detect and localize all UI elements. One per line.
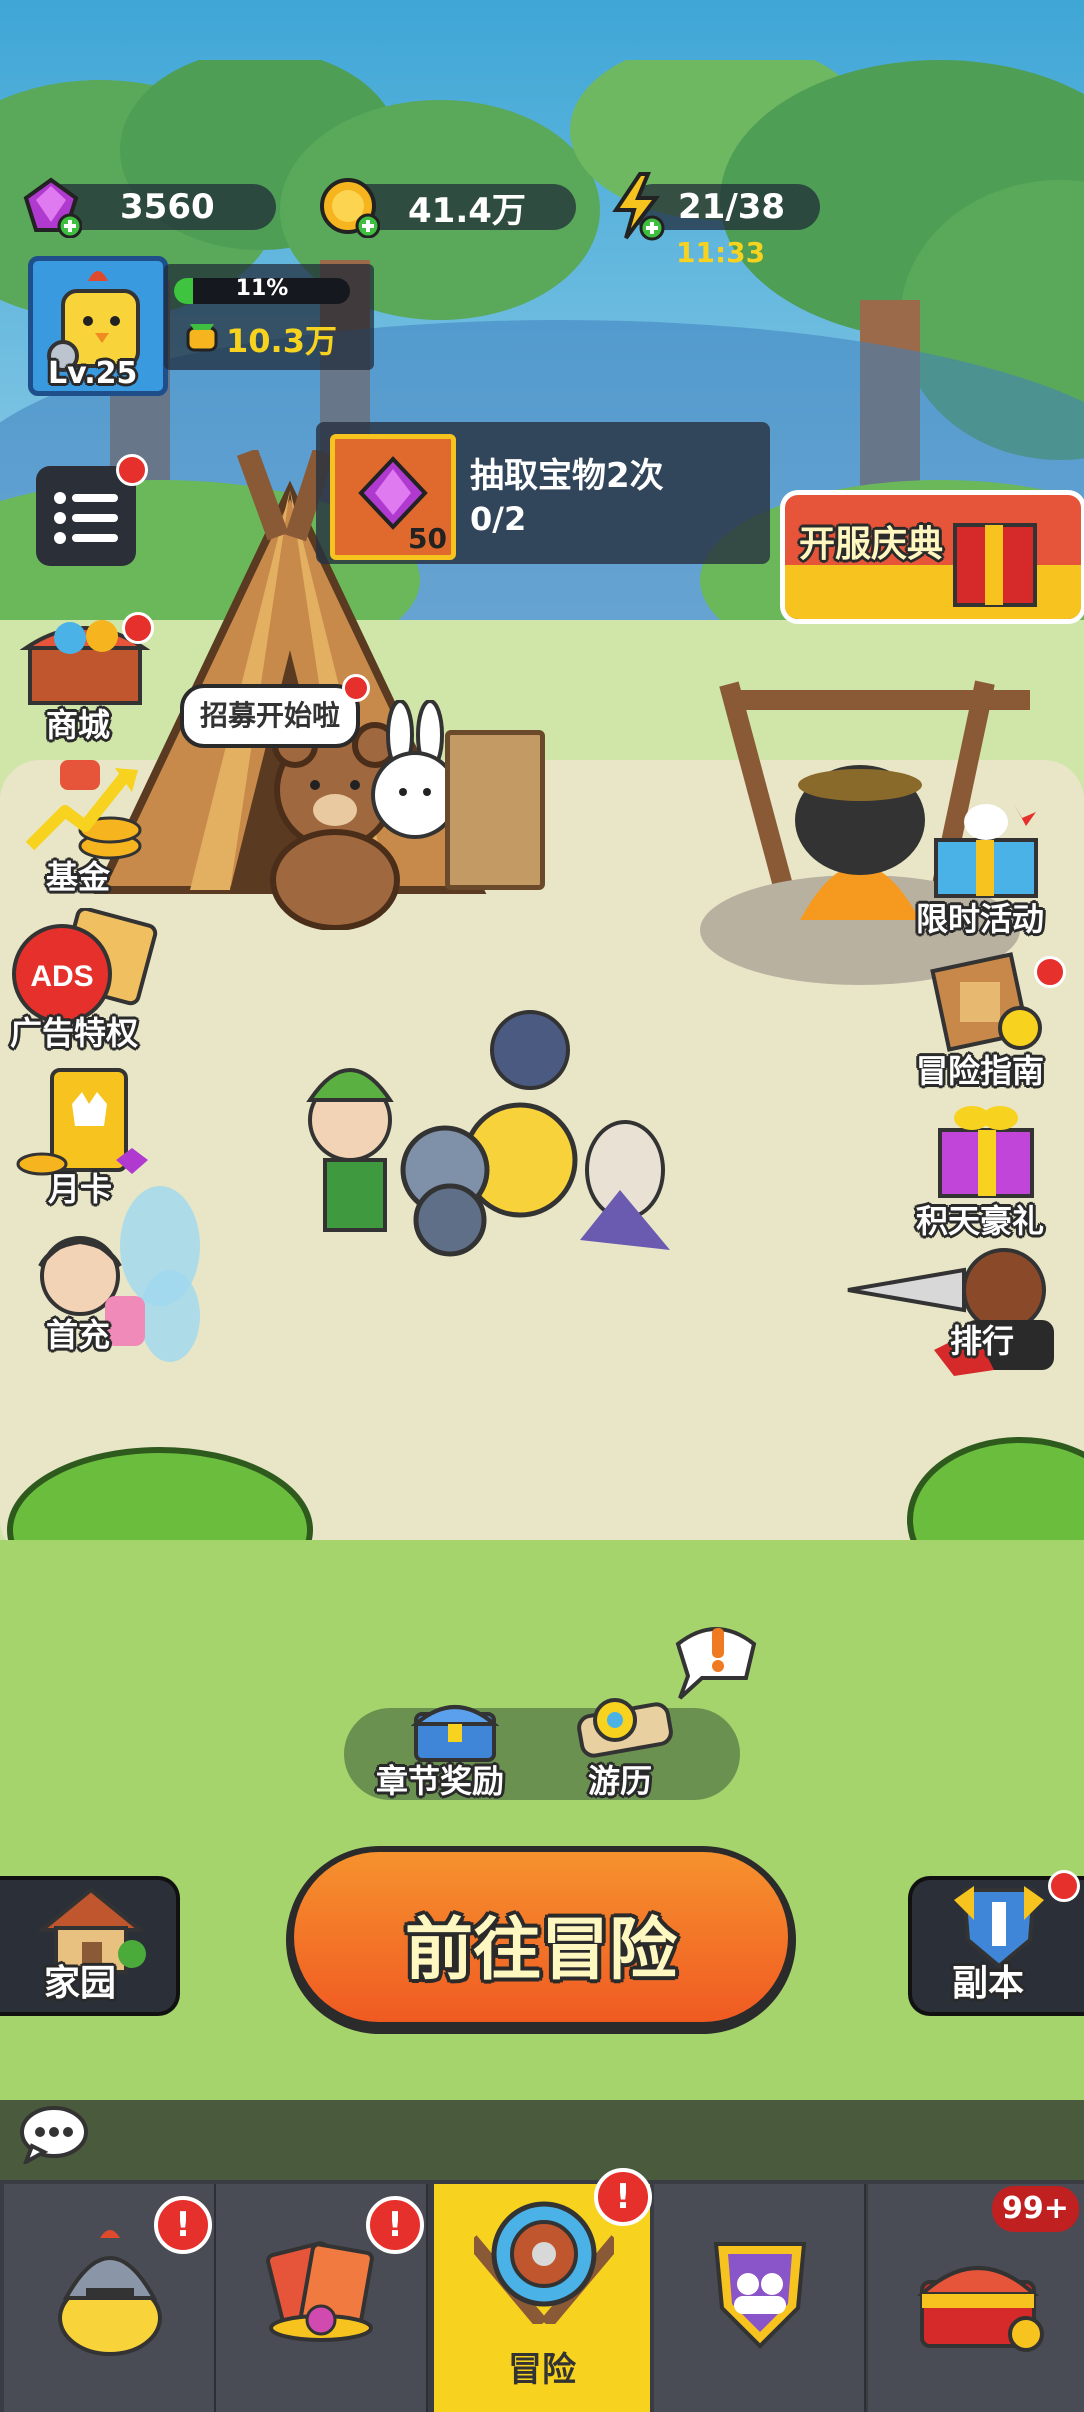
- crates: [445, 730, 545, 890]
- nav-tab-adventure[interactable]: ! 冒险: [434, 2168, 652, 2412]
- crossed-swords-shield-icon: [474, 2201, 614, 2324]
- gold-coin-icon: [318, 176, 381, 247]
- player-stats-panel: 11% 10.3万: [164, 264, 374, 370]
- fund-chart-icon: [25, 760, 142, 860]
- gold-counter[interactable]: 41.4万: [320, 178, 576, 239]
- cards-alert-badge: !: [366, 2196, 424, 2254]
- lightning-icon: [606, 172, 668, 251]
- dungeon-button[interactable]: 副本: [908, 1870, 1084, 2016]
- ad-privilege-label: 广告特权: [10, 1014, 139, 1052]
- chapter-reward-button[interactable]: 章节奖励: [376, 1694, 530, 1806]
- ads-badge-text: ADS: [30, 960, 93, 993]
- journey-alert-bubble[interactable]: [668, 1614, 764, 1700]
- nav-tab-guild[interactable]: [654, 2184, 866, 2412]
- gold-amount: 41.4万: [408, 190, 526, 231]
- limited-event-button[interactable]: 限时活动: [906, 800, 1076, 940]
- fund-label: 基金: [46, 858, 111, 896]
- chat-button[interactable]: [18, 2104, 90, 2167]
- first-recharge-label: 首充: [46, 1316, 111, 1354]
- nav-tab-treasure[interactable]: 99+: [868, 2184, 1084, 2412]
- adventure-alert-badge: !: [594, 2168, 652, 2226]
- adventure-guide-label: 冒险指南: [916, 1052, 1045, 1090]
- card-deck-icon: [266, 2241, 374, 2342]
- main-menu-button[interactable]: [36, 454, 148, 566]
- nav-tab-cards[interactable]: !: [216, 2184, 428, 2412]
- recruit-notification-dot: [342, 674, 371, 702]
- treasure-count-badge: 99+: [992, 2186, 1079, 2232]
- nav-tab-heroes[interactable]: !: [4, 2184, 216, 2412]
- guide-notification-dot: [1034, 956, 1066, 988]
- gem-counter[interactable]: 3560: [23, 177, 276, 239]
- server-celebration-banner[interactable]: 开服庆典: [780, 490, 1084, 624]
- gem-icon: [20, 176, 83, 247]
- hero-party: [306, 1010, 670, 1257]
- chat-bubble-icon: [20, 2106, 88, 2167]
- shop-label: 商城: [46, 706, 111, 744]
- gem-amount: 3560: [120, 187, 215, 227]
- energy-counter[interactable]: 21/38: [612, 172, 820, 241]
- dungeon-notification-dot: [1048, 1870, 1080, 1902]
- ranking-label: 排行: [950, 1322, 1015, 1360]
- guild-shield-icon: [713, 2242, 807, 2349]
- heroes-alert-badge: !: [154, 2196, 212, 2254]
- home-button[interactable]: 家园: [0, 1876, 180, 2016]
- go-adventure-button[interactable]: 前往冒险: [286, 1846, 796, 2034]
- red-treasure-chest-icon: [916, 2266, 1044, 2352]
- task-progress: 0/2: [470, 500, 527, 538]
- power-fist-icon: [182, 318, 222, 362]
- home-label: 家园: [44, 1963, 117, 2004]
- recruit-speech-bubble[interactable]: 招募开始啦: [180, 674, 371, 748]
- treasure-chest-icon: [410, 1705, 500, 1762]
- ranking-button[interactable]: 排行: [844, 1230, 1074, 1380]
- daily-gift-button[interactable]: 积天豪礼: [906, 1100, 1076, 1240]
- task-item-slot: 50: [330, 434, 456, 560]
- scroll-compass-icon: [577, 1698, 673, 1758]
- task-item-count: 50: [408, 522, 447, 555]
- go-adventure-label: 前往冒险: [404, 1911, 677, 1990]
- shop-notification-dot: [122, 612, 154, 644]
- power-value: 10.3万: [226, 322, 337, 360]
- task-panel[interactable]: 50 抽取宝物2次 0/2: [316, 422, 770, 564]
- purple-giftbox-icon: [938, 1106, 1034, 1198]
- event-giftbox-icon: [934, 804, 1038, 898]
- ad-privilege-button[interactable]: ADS 广告特权: [8, 906, 158, 1058]
- energy-amount: 21/38: [678, 187, 786, 227]
- exclamation-bubble-icon: [675, 1627, 757, 1700]
- limited-event-label: 限时活动: [916, 900, 1045, 938]
- knight-chick-icon: [58, 2230, 162, 2356]
- task-title: 抽取宝物2次: [470, 456, 664, 496]
- adventure-guide-button[interactable]: 冒险指南: [906, 952, 1076, 1092]
- dungeon-label: 副本: [952, 1963, 1025, 2004]
- adventure-tab-label: 冒险: [508, 2350, 576, 2390]
- chapter-reward-label: 章节奖励: [376, 1762, 505, 1800]
- recruit-bubble-text: 招募开始啦: [200, 699, 341, 732]
- player-level: Lv.25: [48, 356, 138, 391]
- purple-gem-icon: [358, 456, 428, 530]
- banner-label: 开服庆典: [799, 524, 944, 565]
- guide-map-icon: [930, 952, 1042, 1052]
- energy-timer: 11:33: [676, 236, 766, 269]
- fund-button[interactable]: 基金: [20, 756, 150, 896]
- exp-percent: 11%: [235, 276, 289, 301]
- menu-notification-dot: [116, 454, 148, 486]
- first-recharge-button[interactable]: 首充: [10, 1186, 200, 1386]
- journey-label: 游历: [588, 1762, 653, 1800]
- shop-button[interactable]: 商城: [19, 598, 154, 744]
- journey-button[interactable]: 游历: [560, 1690, 710, 1806]
